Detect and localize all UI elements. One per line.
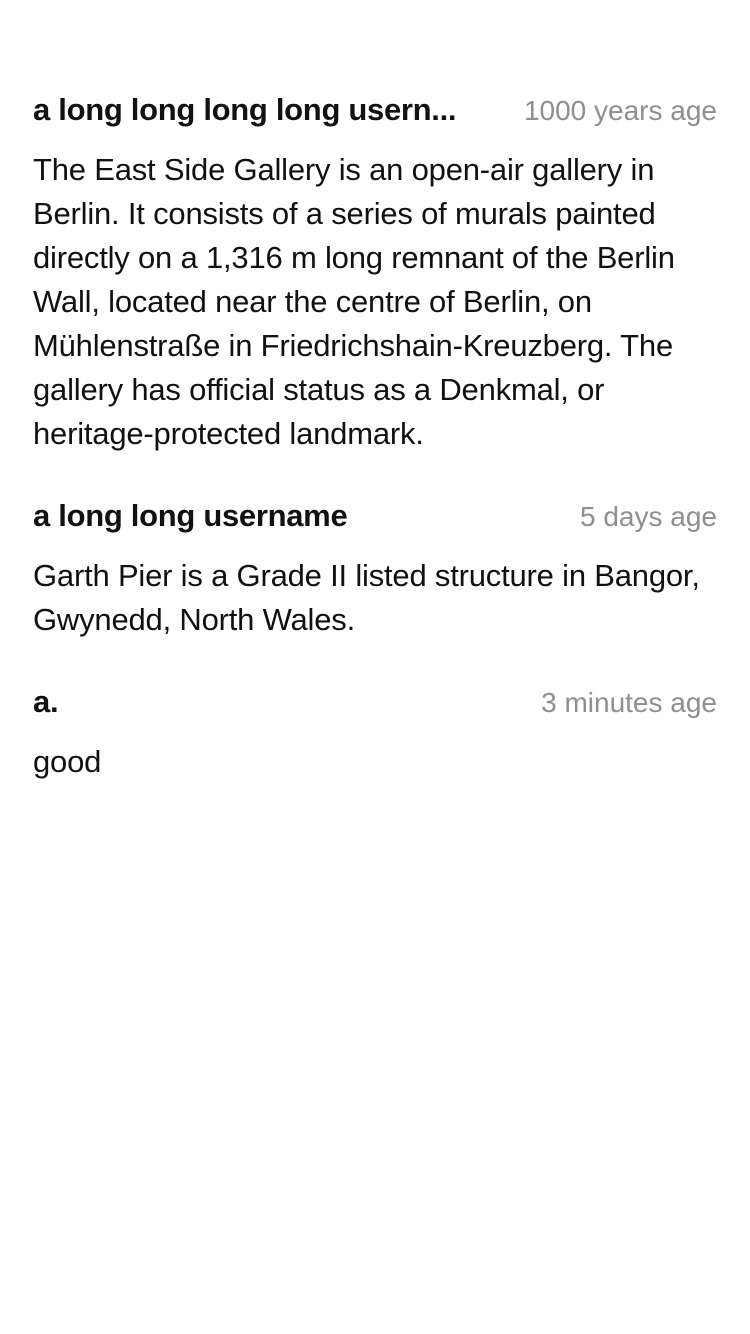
- comment-timestamp: 3 minutes age: [541, 687, 717, 718]
- comment-item: a. 3 minutes age good: [33, 684, 717, 784]
- comment-header: a long long long long usern... 1000 year…: [33, 92, 717, 136]
- comment-body: The East Side Gallery is an open-air gal…: [33, 152, 675, 451]
- comment-username[interactable]: a long long username: [33, 498, 347, 534]
- comment-timestamp: 1000 years age: [523, 95, 717, 126]
- comment-username[interactable]: a.: [33, 684, 58, 720]
- comment-item: a long long long long usern... 1000 year…: [33, 92, 717, 456]
- comment-username[interactable]: a long long long long usern...: [33, 92, 456, 128]
- comment-body: Garth Pier is a Grade II listed structur…: [33, 558, 700, 637]
- comment-header: a long long username 5 days age: [33, 498, 717, 542]
- comment-list: a long long long long usern... 1000 year…: [33, 92, 717, 826]
- comment-timestamp: 5 days age: [580, 501, 717, 532]
- comment-header: a. 3 minutes age: [33, 684, 717, 728]
- comment-body: good: [33, 744, 102, 779]
- comment-item: a long long username 5 days age Garth Pi…: [33, 498, 717, 642]
